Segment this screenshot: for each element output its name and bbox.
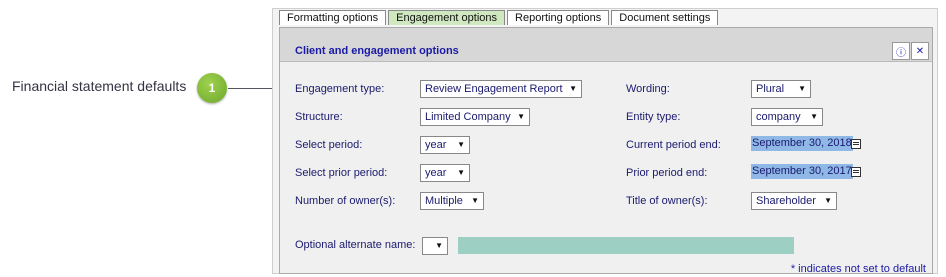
options-panel: Formatting options Engagement options Re… [272, 8, 938, 275]
tab-reporting-options[interactable]: Reporting options [507, 10, 610, 25]
entity-type-select[interactable]: company ▼ [751, 108, 823, 126]
alternate-name-select[interactable]: ▼ [422, 237, 448, 255]
entity-type-value: company [756, 111, 801, 123]
wording-select[interactable]: Plural ▼ [751, 80, 811, 98]
chevron-down-icon: ▼ [457, 168, 465, 177]
select-period-select[interactable]: year ▼ [420, 136, 470, 154]
client-engagement-options-box: Client and engagement options ⓘ ✕ Engage… [279, 27, 933, 275]
chevron-down-icon: ▼ [435, 241, 443, 250]
structure-select[interactable]: Limited Company ▼ [420, 108, 530, 126]
info-icon[interactable]: ⓘ [892, 42, 910, 60]
chevron-down-icon: ▼ [569, 84, 577, 93]
calendar-icon[interactable] [851, 167, 861, 177]
engagement-type-select[interactable]: Review Engagement Report ▼ [420, 80, 582, 98]
chevron-down-icon: ▼ [517, 112, 525, 121]
chevron-down-icon: ▼ [457, 140, 465, 149]
title-of-owners-select[interactable]: Shareholder ▼ [751, 192, 837, 210]
tab-engagement-options[interactable]: Engagement options [388, 10, 506, 25]
section-title: Client and engagement options [295, 45, 459, 57]
entity-type-label: Entity type: [626, 111, 681, 123]
select-prior-period-select[interactable]: year ▼ [420, 164, 470, 182]
number-of-owners-value: Multiple [425, 195, 463, 207]
wording-label: Wording: [626, 83, 670, 95]
title-of-owners-value: Shareholder [756, 195, 816, 207]
wording-value: Plural [756, 83, 785, 95]
current-period-end-field[interactable]: September 30, 2018 [751, 136, 853, 151]
title-of-owners-label: Title of owner(s): [626, 195, 708, 207]
prior-period-end-label: Prior period end: [626, 167, 708, 179]
alternate-name-label: Optional alternate name: [295, 239, 416, 251]
callout-label: Financial statement defaults [12, 78, 187, 94]
structure-label: Structure: [295, 111, 343, 123]
default-indicator-footnote: * indicates not set to default [790, 263, 926, 275]
select-period-value: year [425, 139, 447, 151]
number-of-owners-label: Number of owner(s): [295, 195, 396, 207]
current-period-end-label: Current period end: [626, 139, 721, 151]
tab-document-settings[interactable]: Document settings [611, 10, 719, 25]
chevron-down-icon: ▼ [824, 196, 832, 205]
engagement-type-label: Engagement type: [295, 83, 385, 95]
structure-value: Limited Company [425, 111, 511, 123]
select-prior-period-value: year [425, 167, 447, 179]
callout-number-badge: 1 [197, 73, 227, 103]
engagement-type-value: Review Engagement Report [425, 83, 563, 95]
chevron-down-icon: ▼ [810, 112, 818, 121]
close-icon[interactable]: ✕ [911, 42, 929, 60]
section-header: Client and engagement options ⓘ ✕ [280, 28, 932, 62]
chevron-down-icon: ▼ [798, 84, 806, 93]
select-period-label: Select period: [295, 139, 363, 151]
select-prior-period-label: Select prior period: [295, 167, 388, 179]
number-of-owners-select[interactable]: Multiple ▼ [420, 192, 484, 210]
tab-formatting-options[interactable]: Formatting options [279, 10, 387, 25]
alternate-name-input[interactable] [458, 237, 794, 254]
calendar-icon[interactable] [851, 139, 861, 149]
tab-bar: Formatting options Engagement options Re… [279, 10, 720, 26]
prior-period-end-field[interactable]: September 30, 2017 [751, 164, 853, 179]
chevron-down-icon: ▼ [471, 196, 479, 205]
